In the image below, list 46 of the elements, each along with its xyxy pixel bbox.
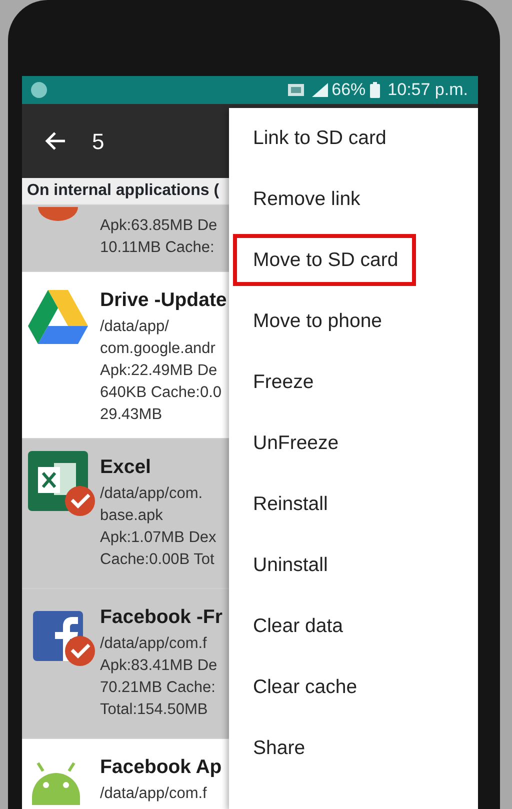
- app-detail: 10.11MB Cache:: [100, 238, 216, 258]
- app-row[interactable]: Facebook Ap /data/app/com.f: [22, 739, 229, 809]
- menu-item[interactable]: Remove link: [233, 173, 378, 225]
- signal-icon: [312, 83, 328, 97]
- app-icon: [38, 207, 78, 221]
- app-detail: com.google.andr: [100, 339, 216, 359]
- menu-item[interactable]: Uninstall: [233, 539, 346, 591]
- app-detail: Apk:22.49MB De: [100, 361, 218, 381]
- app-detail: 29.43MB: [100, 405, 164, 425]
- triangle-logo-icon: [28, 290, 88, 344]
- battery-percent: 66%: [332, 79, 366, 102]
- app-detail: Apk:63.85MB De: [100, 216, 218, 236]
- app-row[interactable]: Apk:63.85MB De 10.11MB Cache:: [22, 205, 229, 272]
- app-name: Facebook Ap: [100, 755, 222, 780]
- app-detail: 70.21MB Cache:: [100, 678, 216, 698]
- back-arrow-icon[interactable]: [44, 131, 66, 151]
- time: 10:57 p.m.: [388, 79, 468, 102]
- app-name: Facebook -Fr: [100, 605, 222, 630]
- menu-item[interactable]: Move to SD card: [233, 234, 416, 286]
- battery-icon: [370, 82, 380, 98]
- app-detail: /data/app/com.f: [100, 634, 208, 654]
- section-header: On internal applications (: [22, 178, 229, 205]
- app-detail: base.apk: [100, 506, 164, 526]
- app-row[interactable]: Excel /data/app/com. base.apk Apk:1.07MB Dex Cache:0.00B Tot: [22, 439, 229, 589]
- menu-item[interactable]: Link to SD card: [233, 112, 404, 164]
- app-detail: 640KB Cache:0.0: [100, 383, 223, 403]
- menu-item[interactable]: Freeze: [233, 356, 332, 408]
- notification-icon: [30, 81, 48, 99]
- screen-icon: [288, 84, 304, 96]
- app-row[interactable]: Facebook -Fr /data/app/com.f Apk:83.41MB De 70.21MB Cache: Total:154.50MB: [22, 589, 229, 739]
- app-detail: /data/app/: [100, 317, 170, 337]
- menu-item[interactable]: UnFreeze: [233, 417, 357, 469]
- app-detail: /data/app/com.: [100, 484, 204, 504]
- app-name: Excel: [100, 455, 152, 480]
- menu-item[interactable]: Reinstall: [233, 478, 346, 530]
- menu-item[interactable]: Share: [233, 722, 324, 774]
- app-detail: /data/app/com.f: [100, 784, 208, 804]
- app-bar-title: 5: [92, 128, 104, 156]
- app-detail: Apk:1.07MB Dex: [100, 528, 216, 548]
- menu-item[interactable]: Clear data: [233, 600, 361, 652]
- app-name: Drive -Update: [100, 288, 227, 313]
- app-detail: Total:154.50MB: [100, 700, 209, 720]
- menu-item[interactable]: Clear cache: [233, 661, 376, 713]
- app-detail: Cache:0.00B Tot: [100, 550, 216, 570]
- menu-item[interactable]: Move to phone: [233, 295, 400, 347]
- app-detail: Apk:83.41MB De: [100, 656, 218, 676]
